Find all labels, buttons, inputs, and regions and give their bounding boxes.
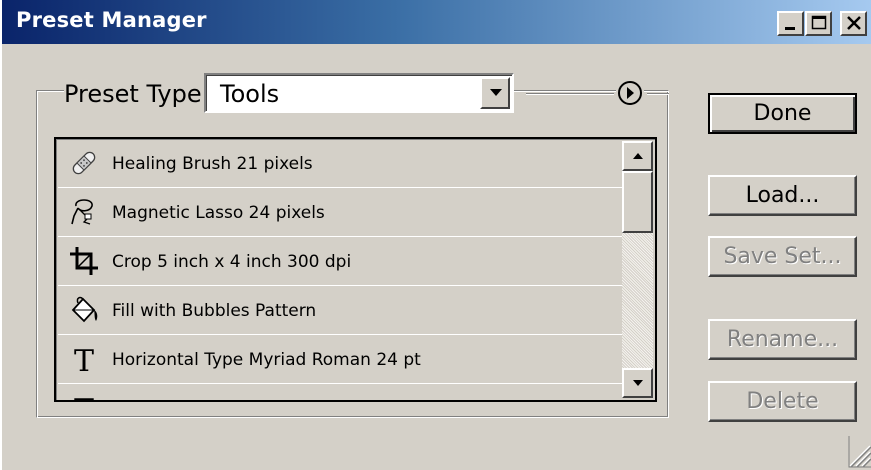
- list-item-label: Horizontal Type Myriad Roman 24 pt: [112, 350, 421, 370]
- window-title: Preset Manager: [16, 8, 207, 32]
- paint-bucket-icon: [71, 296, 98, 323]
- list-item[interactable]: T Horizontal Type Myriad Roman 24 pt: [58, 335, 624, 384]
- magnetic-lasso-icon: [71, 199, 93, 225]
- scrollbar-thumb[interactable]: [622, 171, 653, 233]
- preset-type-dropdown-button[interactable]: [480, 77, 510, 109]
- list-item-label: Crop 5 inch x 4 inch 300 dpi: [112, 252, 352, 272]
- list-item[interactable]: Magnetic Lasso 24 pixels: [58, 188, 624, 237]
- preset-type-value: Tools: [220, 80, 280, 108]
- title-bar[interactable]: Preset Manager: [2, 0, 871, 44]
- group-divider: [526, 93, 614, 95]
- save-set-button[interactable]: Save Set...: [708, 236, 857, 277]
- preset-type-select[interactable]: Tools: [204, 73, 514, 113]
- svg-text:T: T: [74, 393, 94, 402]
- list-item[interactable]: T: [58, 384, 624, 402]
- chevron-down-icon: [490, 89, 502, 96]
- preset-list[interactable]: Healing Brush 21 pixels Magnetic Lasso 2…: [54, 137, 657, 402]
- crop-icon: [70, 247, 98, 275]
- list-item[interactable]: Fill with Bubbles Pattern: [58, 286, 624, 335]
- minimize-icon: [785, 27, 795, 30]
- scroll-down-button[interactable]: [622, 368, 653, 398]
- arrow-up-icon: [633, 153, 643, 159]
- list-item-label: Magnetic Lasso 24 pixels: [112, 203, 325, 223]
- close-button[interactable]: [840, 11, 867, 36]
- vertical-type-icon: T: [74, 393, 94, 402]
- list-item-label: Healing Brush 21 pixels: [112, 154, 313, 174]
- list-item[interactable]: Crop 5 inch x 4 inch 300 dpi: [58, 237, 624, 286]
- arrow-down-icon: [633, 380, 643, 386]
- maximize-button[interactable]: [805, 11, 832, 36]
- rename-button[interactable]: Rename...: [708, 319, 857, 360]
- list-item-label: Fill with Bubbles Pattern: [112, 301, 317, 321]
- load-button[interactable]: Load...: [708, 175, 857, 216]
- list-scrollbar[interactable]: [622, 141, 653, 398]
- preset-type-label: Preset Type:: [64, 80, 218, 108]
- resize-grip-icon[interactable]: [848, 434, 871, 468]
- done-button[interactable]: Done: [708, 93, 857, 134]
- maximize-icon: [811, 15, 827, 30]
- type-icon: T: [74, 344, 94, 375]
- svg-text:T: T: [74, 344, 94, 375]
- group-divider-right: [647, 93, 669, 95]
- flyout-menu-icon: [618, 81, 642, 105]
- minimize-button[interactable]: [777, 11, 804, 36]
- close-icon: [847, 16, 861, 30]
- list-item[interactable]: Healing Brush 21 pixels: [58, 139, 624, 188]
- scroll-up-button[interactable]: [622, 141, 653, 171]
- healing-brush-icon: [72, 151, 96, 175]
- options-menu-button[interactable]: [616, 79, 644, 107]
- preset-manager-window: Preset Manager Preset Type: Tools Healin…: [0, 0, 871, 470]
- delete-button[interactable]: Delete: [708, 381, 857, 422]
